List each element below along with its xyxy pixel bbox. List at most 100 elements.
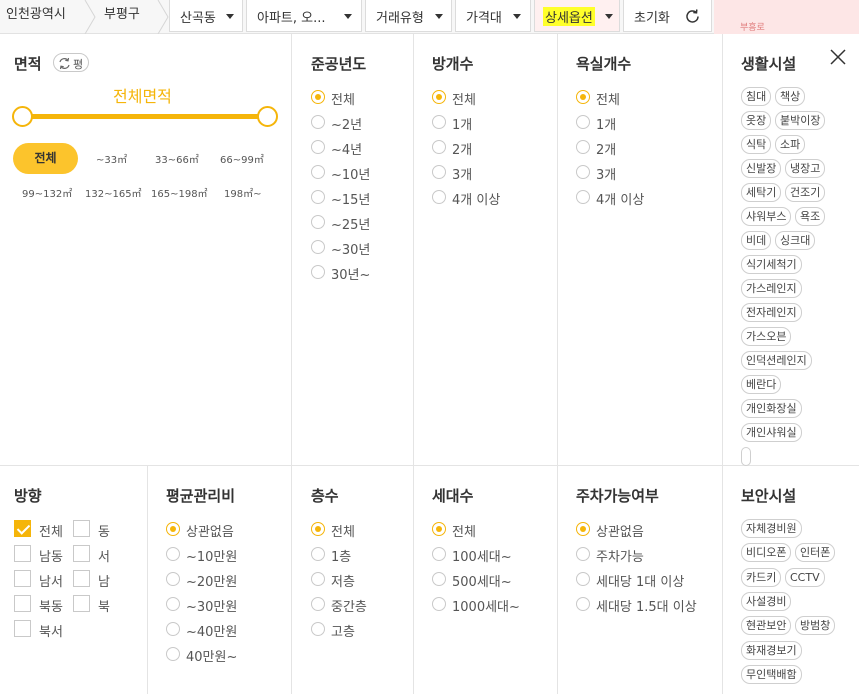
living-tag[interactable]: 가스레인지 <box>741 279 802 298</box>
rooms-title: 방개수 <box>432 55 474 73</box>
building-type-dropdown[interactable]: 아파트, 오... <box>246 0 362 32</box>
radio-label: 2개 <box>596 143 617 158</box>
radio-dot <box>166 622 180 636</box>
radio-label: ~25년 <box>331 218 371 233</box>
radio-label: 3개 <box>452 168 473 183</box>
area-option[interactable]: ~33㎡ <box>96 151 127 166</box>
security-tag[interactable]: 무인택배함 <box>741 664 802 684</box>
radio-dot <box>576 597 590 611</box>
area-option[interactable]: 33~66㎡ <box>155 151 199 166</box>
refresh-icon <box>684 8 701 29</box>
living-tag[interactable]: 샤워부스 <box>741 207 792 226</box>
security-tag[interactable]: 카드키 <box>741 567 782 587</box>
security-tag[interactable]: 현관보안 <box>741 616 792 636</box>
security-tag[interactable]: 사설경비 <box>741 591 792 611</box>
radio-label: ~40만원 <box>186 625 238 640</box>
radio-label: 상관없음 <box>186 525 234 540</box>
unit-toggle-button[interactable]: 평 <box>53 53 89 72</box>
living-tag[interactable]: 가스오븐 <box>741 327 792 346</box>
divider <box>291 34 292 694</box>
area-option[interactable]: 99~132㎡ <box>22 185 72 200</box>
living-tag[interactable]: 냉장고 <box>785 159 826 178</box>
radio-dot <box>166 547 180 561</box>
living-tag[interactable]: 전자레인지 <box>741 303 802 322</box>
security-tag[interactable]: 인터폰 <box>795 543 836 563</box>
radio-dot <box>432 522 446 536</box>
divider <box>413 34 414 466</box>
area-option[interactable]: 165~198㎡ <box>151 185 208 200</box>
radio-label: ~30만원 <box>186 600 238 615</box>
divider <box>413 466 414 694</box>
checkbox-label: 남서 <box>39 575 63 590</box>
living-tag[interactable]: 건조기 <box>785 183 826 202</box>
radio-dot <box>432 90 446 104</box>
living-tag[interactable]: 개인화장실 <box>741 399 802 418</box>
radio-dot <box>311 190 325 204</box>
area-slider-max-handle[interactable] <box>257 106 278 127</box>
area-option[interactable]: 198㎡~ <box>224 185 261 200</box>
detail-options-dropdown[interactable]: 상세옵션 <box>534 0 620 32</box>
area-range-label: 전체면적 <box>113 87 172 106</box>
area-title: 면적 <box>14 55 42 73</box>
checkbox-box <box>14 520 31 537</box>
living-tag[interactable]: 개인샤워실 <box>741 423 802 442</box>
price-dropdown[interactable]: 가격대 <box>455 0 531 32</box>
living-tag[interactable]: 세탁기 <box>741 183 782 202</box>
area-option-all[interactable]: 전체 <box>13 143 78 174</box>
breadcrumb-district[interactable]: 부평구 <box>104 0 140 34</box>
living-tag[interactable]: 식탁 <box>741 135 772 154</box>
checkbox-box <box>14 620 31 637</box>
radio-dot <box>576 572 590 586</box>
radio-dot <box>576 90 590 104</box>
radio-dot <box>576 165 590 179</box>
filter-bar: 인천광역시 부평구 산곡동 아파트, 오... 거래유형 가격대 상세옵션 초기… <box>0 0 859 34</box>
security-tag[interactable]: 화재경보기 <box>741 640 802 660</box>
radio-label: 3개 <box>596 168 617 183</box>
map-edge <box>714 0 859 34</box>
living-tag[interactable]: 소파 <box>775 135 806 154</box>
security-tag[interactable]: 자체경비원 <box>741 519 802 538</box>
living-tag[interactable]: 인덕션레인지 <box>741 351 812 370</box>
security-tag[interactable]: 비디오폰 <box>741 543 792 563</box>
living-tag[interactable]: 옷장 <box>741 111 772 130</box>
checkbox-box <box>73 595 90 612</box>
living-tag[interactable] <box>741 447 751 466</box>
caret-down-icon <box>513 14 521 19</box>
radio-dot <box>432 547 446 561</box>
living-tag[interactable]: 책상 <box>775 87 806 106</box>
area-slider-min-handle[interactable] <box>12 106 33 127</box>
living-tag[interactable]: 신발장 <box>741 159 782 178</box>
living-tag[interactable]: 베란다 <box>741 375 782 394</box>
radio-dot <box>432 140 446 154</box>
households-title: 세대수 <box>432 487 474 505</box>
map-road-label: 부흥로 <box>740 23 765 33</box>
security-tag[interactable]: 방범창 <box>795 616 836 636</box>
breadcrumb-chevron-icon <box>84 0 96 34</box>
living-tag[interactable]: 식기세척기 <box>741 255 802 274</box>
area-option[interactable]: 66~99㎡ <box>220 151 264 166</box>
living-tag[interactable]: 싱크대 <box>775 231 816 250</box>
price-label: 가격대 <box>466 11 502 26</box>
radio-dot <box>311 140 325 154</box>
checkbox-label: 북동 <box>39 600 63 615</box>
dong-dropdown[interactable]: 산곡동 <box>169 0 243 32</box>
unit-toggle-label: 평 <box>73 58 84 71</box>
radio-dot <box>432 165 446 179</box>
checkbox-box <box>14 570 31 587</box>
deal-type-dropdown[interactable]: 거래유형 <box>365 0 452 32</box>
radio-dot <box>311 240 325 254</box>
breadcrumb-city[interactable]: 인천광역시 <box>6 0 66 34</box>
built-year-title: 준공년도 <box>311 55 367 73</box>
area-option[interactable]: 132~165㎡ <box>85 185 142 200</box>
living-tag[interactable]: 침대 <box>741 87 772 106</box>
reset-button[interactable]: 초기화 <box>623 0 712 32</box>
radio-dot <box>311 597 325 611</box>
security-tag[interactable]: CCTV <box>785 567 825 587</box>
living-tag[interactable]: 욕조 <box>795 207 826 226</box>
living-tag[interactable]: 붙박이장 <box>775 111 826 130</box>
living-tag[interactable]: 비데 <box>741 231 772 250</box>
radio-label: ~4년 <box>331 143 363 158</box>
close-icon[interactable] <box>829 48 847 66</box>
area-slider-track[interactable] <box>22 114 268 119</box>
radio-dot <box>432 190 446 204</box>
